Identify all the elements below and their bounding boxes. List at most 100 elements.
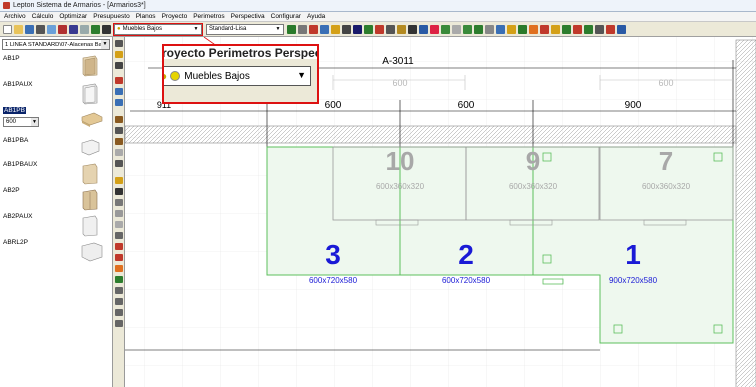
- grid-icon[interactable]: [287, 24, 296, 34]
- delete-icon[interactable]: [573, 24, 582, 34]
- menu-bar: Archivo Cálculo Optimizar Presupuesto Pl…: [0, 12, 756, 22]
- monitor-small-icon[interactable]: [617, 24, 626, 34]
- zoom-out-icon[interactable]: [115, 99, 123, 106]
- size-select[interactable]: 600 ▼: [3, 117, 39, 127]
- window-icon[interactable]: [584, 24, 593, 34]
- brush-icon[interactable]: [551, 24, 560, 34]
- wall-module-size: 600x360x320: [509, 182, 558, 191]
- line-icon[interactable]: [115, 127, 123, 134]
- menu-optimizar[interactable]: Optimizar: [57, 12, 91, 22]
- handle-icon[interactable]: [115, 243, 123, 250]
- monitor-icon[interactable]: [47, 24, 56, 34]
- close-icon[interactable]: [606, 24, 615, 34]
- diagonal-icon[interactable]: [115, 160, 123, 167]
- pencil-icon[interactable]: [331, 24, 340, 34]
- menu-archivo[interactable]: Archivo: [2, 12, 30, 22]
- pointer-icon[interactable]: [115, 40, 123, 47]
- magnet-icon[interactable]: [115, 254, 123, 261]
- settings-icon[interactable]: [408, 24, 417, 34]
- library-item[interactable]: ABRL2P: [2, 239, 110, 265]
- flag-icon[interactable]: [115, 265, 123, 272]
- cabinet-thumbnail: [82, 189, 98, 211]
- window-title: Lepton Sistema de Armarios - [Armarios3*…: [13, 2, 146, 9]
- menu-planos[interactable]: Planos: [134, 12, 160, 22]
- view-icon[interactable]: [441, 24, 450, 34]
- move-icon[interactable]: [115, 77, 123, 84]
- menu-proyecto[interactable]: Proyecto: [160, 12, 192, 22]
- split-icon[interactable]: [595, 24, 604, 34]
- door-icon[interactable]: [518, 24, 527, 34]
- cube-icon[interactable]: [496, 24, 505, 34]
- check-icon[interactable]: [562, 24, 571, 34]
- calculator-icon[interactable]: [102, 24, 111, 34]
- star-icon[interactable]: [507, 24, 516, 34]
- crosshair-icon[interactable]: [115, 62, 123, 69]
- menu-ayuda[interactable]: Ayuda: [305, 12, 329, 22]
- dimension-text: 900: [625, 100, 642, 111]
- library-selector[interactable]: 1 LINEA STANDARD\07-Alacenas Ba ▼: [2, 39, 110, 50]
- line-icon[interactable]: [342, 24, 351, 34]
- print-icon[interactable]: [36, 24, 45, 34]
- wall-icon[interactable]: [115, 116, 123, 123]
- drawing-canvas[interactable]: A-3011 911 600 600 900 600 600 10 9 7 60…: [125, 37, 756, 387]
- rotate-icon[interactable]: [115, 309, 123, 316]
- chevron-down-icon: ▼: [101, 40, 109, 49]
- chart-icon[interactable]: [430, 24, 439, 34]
- box-icon[interactable]: [115, 210, 123, 217]
- distribute-icon[interactable]: [115, 298, 123, 305]
- chevron-down-icon: ▼: [297, 70, 306, 80]
- pencil-icon[interactable]: [115, 51, 123, 58]
- menu-presupuesto[interactable]: Presupuesto: [91, 12, 134, 22]
- library-item[interactable]: AB2PAUX: [2, 213, 110, 239]
- export-icon[interactable]: [91, 24, 100, 34]
- layer-combo[interactable]: ● Muebles Bajos ▼: [113, 22, 203, 36]
- menu-perspectiva[interactable]: Perspectiva: [229, 12, 269, 22]
- library-item[interactable]: AB2P: [2, 187, 110, 213]
- stop-icon[interactable]: [397, 24, 406, 34]
- door-icon[interactable]: [115, 149, 123, 156]
- target-icon[interactable]: [540, 24, 549, 34]
- copy-icon[interactable]: [80, 24, 89, 34]
- arrow-down-icon[interactable]: [115, 276, 123, 283]
- tools-icon[interactable]: [58, 24, 67, 34]
- panel-icon[interactable]: [452, 24, 461, 34]
- wall-module-number: 7: [659, 146, 673, 176]
- hash-icon[interactable]: [375, 24, 384, 34]
- layers-icon[interactable]: [115, 320, 123, 327]
- style-combo[interactable]: Standard-Lisa ▼: [206, 23, 284, 35]
- cut-icon[interactable]: [386, 24, 395, 34]
- box-icon[interactable]: [485, 24, 494, 34]
- library-item[interactable]: AB1PBAUX: [2, 161, 110, 187]
- arrows-icon[interactable]: [364, 24, 373, 34]
- report-icon[interactable]: [69, 24, 78, 34]
- table-icon[interactable]: [419, 24, 428, 34]
- zoom-in-icon[interactable]: [115, 88, 123, 95]
- library-item[interactable]: AB1PAUX: [2, 81, 110, 107]
- module-size: 900x720x580: [609, 276, 658, 285]
- shelf-icon[interactable]: [115, 232, 123, 239]
- align-icon[interactable]: [115, 287, 123, 294]
- layout-icon[interactable]: [320, 24, 329, 34]
- panel-icon[interactable]: [115, 199, 123, 206]
- dimension-text: 600: [325, 100, 342, 111]
- zoom-icon[interactable]: [298, 24, 307, 34]
- grid-icon[interactable]: [115, 188, 123, 195]
- open-folder-icon[interactable]: [14, 24, 23, 34]
- cabinet-thumbnail: [81, 242, 103, 262]
- library-item[interactable]: AB1P: [2, 55, 110, 79]
- library-item[interactable]: AB1PBA: [2, 137, 110, 161]
- save-icon[interactable]: [25, 24, 34, 34]
- cabinet-thumbnail: [82, 55, 98, 77]
- cnc-icon[interactable]: [353, 24, 362, 34]
- person-icon[interactable]: [115, 221, 123, 228]
- refresh-icon[interactable]: [463, 24, 472, 34]
- new-file-icon[interactable]: [3, 24, 12, 34]
- lifebuoy-icon[interactable]: [529, 24, 538, 34]
- menu-calculo[interactable]: Cálculo: [30, 12, 58, 22]
- cabinet-icon[interactable]: [115, 177, 123, 184]
- corner-icon[interactable]: [115, 138, 123, 145]
- menu-perimetros[interactable]: Perimetros: [191, 12, 228, 22]
- circle-icon[interactable]: [474, 24, 483, 34]
- menu-configurar[interactable]: Configurar: [269, 12, 305, 22]
- measure-icon[interactable]: [309, 24, 318, 34]
